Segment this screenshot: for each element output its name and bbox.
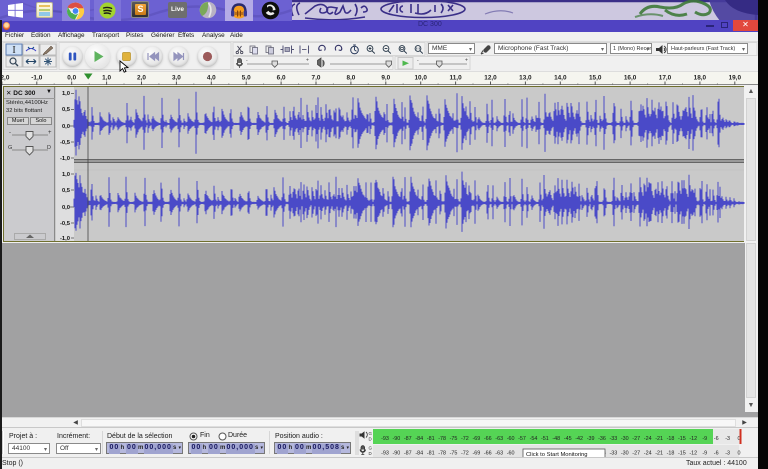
svg-text:-78: -78 bbox=[438, 451, 446, 457]
svg-text:4,0: 4,0 bbox=[207, 75, 216, 82]
svg-text:6,0: 6,0 bbox=[277, 75, 286, 82]
svg-text:-93: -93 bbox=[381, 436, 389, 442]
svg-text:3,0: 3,0 bbox=[172, 75, 181, 82]
svg-text:14,0: 14,0 bbox=[554, 75, 567, 82]
svg-text:-18: -18 bbox=[667, 436, 675, 442]
svg-text:-66: -66 bbox=[484, 451, 492, 457]
svg-text:-45: -45 bbox=[564, 436, 572, 442]
svg-text:-18: -18 bbox=[667, 451, 675, 457]
svg-text:-72: -72 bbox=[461, 451, 469, 457]
svg-text:-15: -15 bbox=[678, 451, 686, 457]
svg-text:8,0: 8,0 bbox=[346, 75, 355, 82]
svg-text:-84: -84 bbox=[415, 436, 423, 442]
svg-text:+: + bbox=[465, 58, 468, 64]
svg-text:-54: -54 bbox=[530, 436, 538, 442]
svg-text:13,0: 13,0 bbox=[519, 75, 532, 82]
svg-text:0: 0 bbox=[738, 451, 741, 457]
svg-text:-93: -93 bbox=[381, 451, 389, 457]
svg-text:-69: -69 bbox=[473, 436, 481, 442]
svg-text:-81: -81 bbox=[427, 436, 435, 442]
svg-text:-3: -3 bbox=[725, 436, 730, 442]
svg-text:17,0: 17,0 bbox=[659, 75, 672, 82]
svg-text:2,0: 2,0 bbox=[137, 75, 146, 82]
svg-text:-72: -72 bbox=[461, 436, 469, 442]
svg-text:15,0: 15,0 bbox=[589, 75, 602, 82]
svg-text:-24: -24 bbox=[644, 436, 652, 442]
svg-text:5,0: 5,0 bbox=[242, 75, 251, 82]
svg-text:I: I bbox=[12, 45, 15, 56]
svg-text:7,0: 7,0 bbox=[312, 75, 321, 82]
svg-text:-87: -87 bbox=[404, 451, 412, 457]
svg-text:9,0: 9,0 bbox=[381, 75, 390, 82]
svg-text:G: G bbox=[369, 431, 373, 436]
svg-text:-15: -15 bbox=[678, 436, 686, 442]
svg-text:-63: -63 bbox=[495, 436, 503, 442]
svg-text:D: D bbox=[369, 437, 372, 442]
svg-text:-81: -81 bbox=[427, 451, 435, 457]
svg-text:-: - bbox=[417, 58, 419, 64]
svg-text:-6: -6 bbox=[714, 451, 719, 457]
svg-text:-21: -21 bbox=[655, 436, 663, 442]
svg-text:-30: -30 bbox=[621, 451, 629, 457]
svg-text:-90: -90 bbox=[393, 451, 401, 457]
svg-text:G: G bbox=[369, 446, 373, 451]
svg-text:-33: -33 bbox=[610, 436, 618, 442]
svg-text:-66: -66 bbox=[484, 436, 492, 442]
svg-text:-1,0: -1,0 bbox=[31, 75, 42, 82]
svg-text:11,0: 11,0 bbox=[450, 75, 463, 82]
svg-text:16,0: 16,0 bbox=[624, 75, 637, 82]
svg-text:-12: -12 bbox=[689, 451, 697, 457]
svg-text:1,0: 1,0 bbox=[102, 75, 111, 82]
svg-text:-84: -84 bbox=[415, 451, 423, 457]
svg-text:-75: -75 bbox=[450, 451, 458, 457]
svg-text:-78: -78 bbox=[438, 436, 446, 442]
svg-text:-51: -51 bbox=[541, 436, 549, 442]
svg-text:-30: -30 bbox=[621, 436, 629, 442]
svg-text:-57: -57 bbox=[518, 436, 526, 442]
svg-text:-36: -36 bbox=[598, 436, 606, 442]
svg-text:-69: -69 bbox=[473, 451, 481, 457]
svg-text:18,0: 18,0 bbox=[694, 75, 707, 82]
svg-text:19,0: 19,0 bbox=[729, 75, 742, 82]
svg-text:0,0: 0,0 bbox=[67, 75, 76, 82]
svg-text:+: + bbox=[306, 58, 309, 64]
svg-text:-48: -48 bbox=[552, 436, 560, 442]
svg-text:-9: -9 bbox=[702, 451, 707, 457]
svg-text:-24: -24 bbox=[644, 451, 652, 457]
svg-text:-60: -60 bbox=[507, 436, 515, 442]
svg-text:-39: -39 bbox=[587, 436, 595, 442]
svg-text:-87: -87 bbox=[404, 436, 412, 442]
svg-text:-21: -21 bbox=[655, 451, 663, 457]
svg-text:-27: -27 bbox=[632, 436, 640, 442]
svg-text:-42: -42 bbox=[575, 436, 583, 442]
svg-text:-63: -63 bbox=[495, 451, 503, 457]
svg-text:-: - bbox=[246, 58, 248, 64]
svg-text:-3: -3 bbox=[725, 451, 730, 457]
svg-text:-6: -6 bbox=[714, 436, 719, 442]
svg-text:10,0: 10,0 bbox=[414, 75, 427, 82]
svg-text:-9: -9 bbox=[702, 436, 707, 442]
svg-text:-12: -12 bbox=[689, 436, 697, 442]
svg-text:-75: -75 bbox=[450, 436, 458, 442]
svg-text:D: D bbox=[369, 451, 372, 456]
svg-text:-27: -27 bbox=[632, 451, 640, 457]
svg-text:-90: -90 bbox=[393, 436, 401, 442]
svg-text:-60: -60 bbox=[507, 451, 515, 457]
svg-text:-33: -33 bbox=[610, 451, 618, 457]
svg-text:12,0: 12,0 bbox=[484, 75, 497, 82]
